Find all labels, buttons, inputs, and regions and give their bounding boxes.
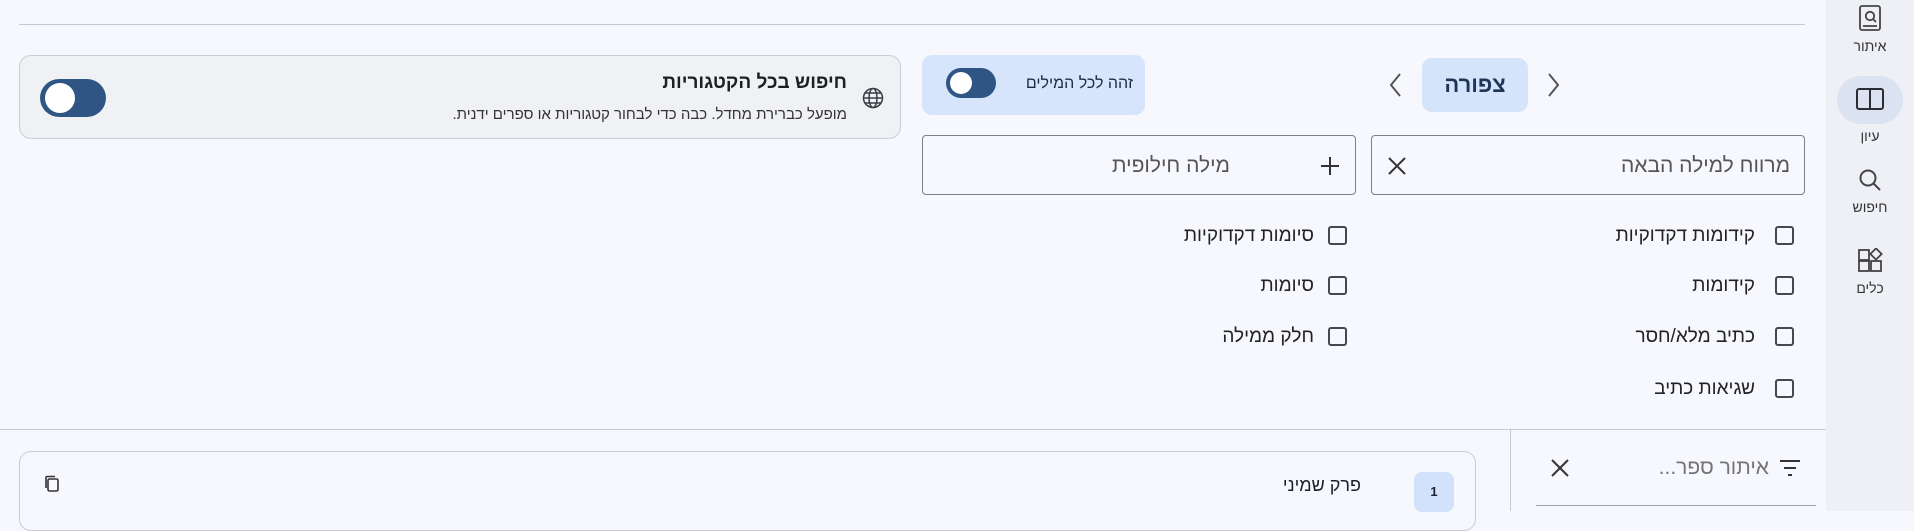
plus-icon[interactable] <box>1319 155 1341 177</box>
gap-input[interactable] <box>1422 136 1792 196</box>
checkbox-prefixes[interactable] <box>1775 276 1794 295</box>
nav-label-tools: כלים <box>1856 280 1884 296</box>
clear-icon[interactable] <box>1386 155 1408 177</box>
top-divider <box>19 24 1805 25</box>
toggle-knob <box>950 72 972 94</box>
label-partial-word: חלק ממילה <box>1222 326 1314 347</box>
gap-field <box>1371 135 1805 196</box>
nav-item-tools[interactable]: כלים <box>1826 248 1914 296</box>
alternate-word-field <box>922 135 1356 196</box>
label-full-defective-spelling: כתיב מלא/חסר <box>1635 326 1755 347</box>
book-filter-input[interactable] <box>1575 447 1771 489</box>
label-grammatical-prefixes: קידומות דקדוקיות <box>1615 225 1755 246</box>
tools-icon <box>1858 248 1883 272</box>
checkbox-spelling-errors[interactable] <box>1775 379 1794 398</box>
checkbox-grammatical-suffixes[interactable] <box>1328 226 1347 245</box>
bottom-divider <box>0 429 1826 430</box>
nav-label-search: חיפוש <box>1852 199 1888 215</box>
label-grammatical-suffixes: סיומות דקדוקיות <box>1183 225 1314 246</box>
search-icon <box>1859 169 1881 191</box>
nav-label-study: עיון <box>1860 128 1880 144</box>
pane-splitter[interactable] <box>1510 430 1511 511</box>
result-card[interactable] <box>19 451 1476 531</box>
all-categories-subtitle: מופעל כברירת מחדל. כבה כדי לבחור קטגוריו… <box>452 106 847 123</box>
current-word-chip[interactable]: צפורה <box>1422 58 1528 112</box>
nav-item-search[interactable]: חיפוש <box>1826 167 1914 215</box>
checkbox-grammatical-prefixes[interactable] <box>1775 226 1794 245</box>
label-spelling-errors: שגיאות כתיב <box>1654 378 1755 399</box>
checkbox-suffixes[interactable] <box>1328 276 1347 295</box>
chevron-right-icon[interactable] <box>1544 72 1562 98</box>
close-icon[interactable] <box>1549 457 1571 479</box>
match-all-label: זהה לכל המילים <box>1025 75 1133 92</box>
match-all-toggle[interactable] <box>946 68 996 98</box>
toggle-knob <box>45 83 75 113</box>
all-categories-card: חיפוש בכל הקטגוריות מופעל כברירת מחדל. כ… <box>19 55 901 139</box>
nav-rail: איתור עיון חיפוש כלים <box>1826 0 1914 511</box>
label-prefixes: קידומות <box>1692 275 1755 296</box>
nav-item-locate[interactable]: איתור <box>1826 4 1914 54</box>
filter-icon[interactable] <box>1778 458 1802 478</box>
label-suffixes: סיומות <box>1260 275 1314 296</box>
checkbox-full-defective-spelling[interactable] <box>1775 327 1794 346</box>
book-search-icon <box>1859 5 1881 31</box>
nav-label-locate: איתור <box>1853 38 1887 54</box>
alternate-word-input[interactable] <box>933 136 1232 196</box>
match-all-words-chip: זהה לכל המילים <box>922 55 1145 115</box>
all-categories-toggle[interactable] <box>40 79 106 117</box>
book-filter-underline <box>1536 505 1816 506</box>
all-categories-title: חיפוש בכל הקטגוריות <box>662 72 847 93</box>
open-book-icon <box>1856 88 1884 110</box>
copy-icon[interactable] <box>44 475 60 493</box>
globe-icon <box>862 87 884 109</box>
checkbox-partial-word[interactable] <box>1328 327 1347 346</box>
result-number-badge: 1 <box>1414 472 1454 512</box>
nav-item-study[interactable]: עיון <box>1826 86 1914 144</box>
result-title: פרק שמיני <box>1282 475 1361 495</box>
current-word-text: צפורה <box>1444 72 1506 97</box>
chevron-left-icon[interactable] <box>1387 72 1405 98</box>
